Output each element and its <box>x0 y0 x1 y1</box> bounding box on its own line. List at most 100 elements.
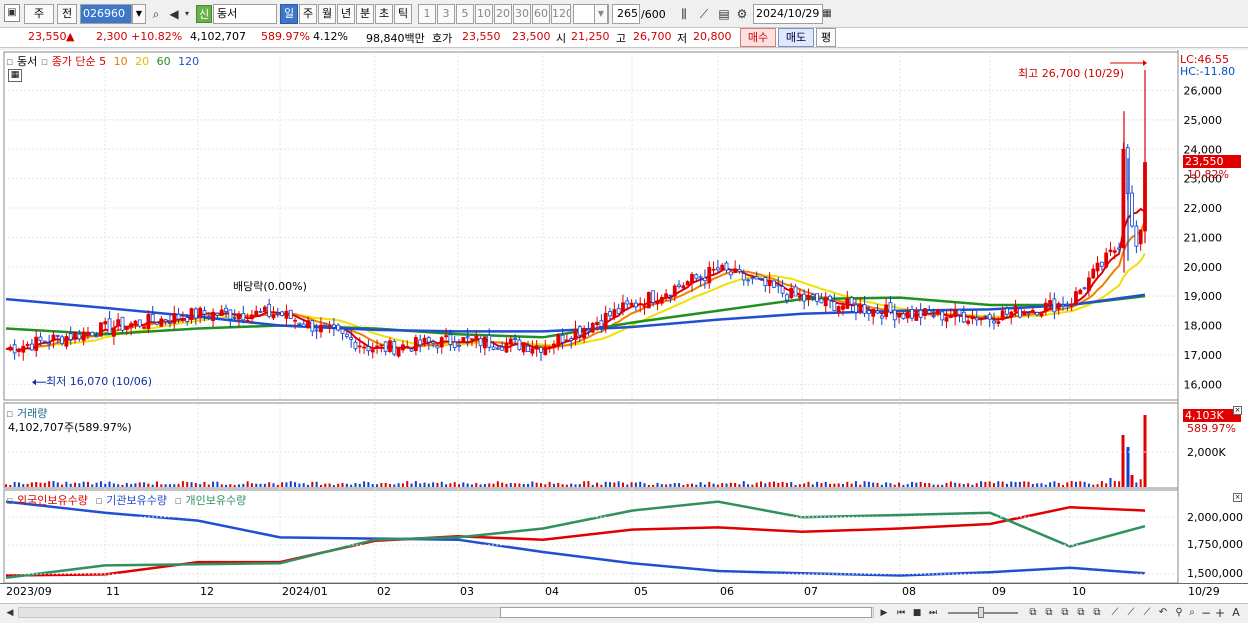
zoom-icon[interactable]: ⌕ <box>1186 603 1198 623</box>
legend-bullet-icon: ▫ <box>6 494 14 507</box>
candle-chart-icon[interactable]: ⫼ <box>676 4 692 24</box>
chevron-down-icon[interactable]: ▼ <box>132 4 146 24</box>
candle-body <box>232 316 237 319</box>
period-second[interactable]: 초 <box>375 4 393 24</box>
fast-forward-icon[interactable]: ⏭ <box>926 603 940 623</box>
scrollbar-thumb[interactable] <box>500 607 872 618</box>
chevron-down-icon[interactable]: ▼ <box>594 4 608 24</box>
save-icon[interactable]: ▤ <box>716 4 732 24</box>
volume-bar <box>432 482 435 487</box>
interval-10[interactable]: 10 <box>475 4 493 24</box>
price-chart-svg[interactable]: 26,00025,00024,00023,00022,00021,00020,0… <box>0 50 1248 603</box>
search-icon[interactable]: ⌕ <box>148 4 164 24</box>
table-toggle-icon[interactable]: ▦ <box>8 69 22 82</box>
volume-bar <box>445 484 448 487</box>
volume-bar <box>225 484 228 487</box>
candle-body <box>659 296 664 304</box>
legend-ma10[interactable]: 10 <box>114 55 128 68</box>
volume-bar <box>104 483 107 487</box>
candle-body <box>763 277 768 286</box>
interval-120[interactable]: 120 <box>551 4 571 24</box>
trend-line-icon[interactable]: ⟋ <box>696 4 712 24</box>
gear-icon[interactable]: ⚙ <box>734 4 750 24</box>
candle-body <box>1130 192 1134 227</box>
volume-bar <box>531 481 534 487</box>
period-day[interactable]: 일 <box>280 4 298 24</box>
count-input[interactable]: 265 <box>612 4 640 24</box>
interval-3[interactable]: 3 <box>437 4 455 24</box>
candle-body <box>625 300 630 305</box>
speaker-icon[interactable]: ◀ <box>166 4 182 24</box>
interval-20[interactable]: 20 <box>494 4 512 24</box>
legend-individual[interactable]: 개인보유수량 <box>185 494 246 507</box>
holding-y-tick: 1,750,000 <box>1187 538 1243 551</box>
candle-body <box>780 286 785 294</box>
zoom-slider-handle[interactable] <box>978 607 984 618</box>
date-input[interactable]: 2024/10/29 <box>753 4 823 24</box>
type-select[interactable]: 주 <box>24 4 54 24</box>
close-icon[interactable]: × <box>1233 406 1242 415</box>
legend-ma-type[interactable]: 종가 단순 <box>52 55 96 68</box>
interval-30[interactable]: 30 <box>513 4 531 24</box>
interval-1[interactable]: 1 <box>418 4 436 24</box>
candle-body <box>47 342 52 345</box>
legend-ma5[interactable]: 5 <box>99 55 106 68</box>
period-month[interactable]: 월 <box>318 4 336 24</box>
link-icon[interactable]: ⚲ <box>1172 603 1186 623</box>
candle-body <box>944 317 949 322</box>
volume-bar <box>514 483 517 487</box>
stock-code-input[interactable]: 026960 <box>80 4 132 24</box>
sell-button[interactable]: 매도 <box>778 28 814 47</box>
zoom-in-icon[interactable]: + <box>1214 603 1226 623</box>
volume-bar <box>376 484 379 487</box>
period-week[interactable]: 주 <box>299 4 317 24</box>
draw-line-icon[interactable]: ⟋ <box>1140 603 1154 623</box>
legend-ma20[interactable]: 20 <box>135 55 149 68</box>
undo-icon[interactable]: ↶ <box>1156 603 1170 623</box>
legend-ma60[interactable]: 60 <box>157 55 171 68</box>
window-icon[interactable]: ▣ <box>4 4 20 22</box>
period-tick[interactable]: 틱 <box>394 4 412 24</box>
prev-button[interactable]: 전 <box>57 4 77 24</box>
draw-line-icon[interactable]: ⟋ <box>1108 603 1122 623</box>
toolbar-icon[interactable]: ⧉ <box>1058 603 1072 623</box>
eval-button[interactable]: 평 <box>816 28 836 47</box>
interval-60[interactable]: 60 <box>532 4 550 24</box>
draw-line-icon[interactable]: ⟋ <box>1124 603 1138 623</box>
candle-body <box>526 345 530 353</box>
candle-body <box>888 302 893 313</box>
volume-bar <box>772 481 775 487</box>
legend-institution[interactable]: 기관보유수량 <box>106 494 167 507</box>
rewind-icon[interactable]: ⏮ <box>894 603 908 623</box>
calendar-icon[interactable]: ▦ <box>820 4 834 24</box>
toolbar-icon[interactable]: ⧉ <box>1074 603 1088 623</box>
close-icon[interactable]: × <box>1233 493 1242 502</box>
toolbar-icon[interactable]: ⧉ <box>1026 603 1040 623</box>
candle-body <box>698 276 703 279</box>
zoom-out-icon[interactable]: − <box>1200 603 1212 623</box>
period-year[interactable]: 년 <box>337 4 355 24</box>
buy-button[interactable]: 매수 <box>740 28 776 47</box>
volume-bar <box>246 481 249 487</box>
candle-body <box>150 313 155 323</box>
candle-body <box>487 334 492 348</box>
period-minute[interactable]: 분 <box>356 4 374 24</box>
toolbar-icon[interactable]: ⧉ <box>1042 603 1056 623</box>
candle-body <box>802 293 807 302</box>
legend-foreign[interactable]: 외국인보유수량 <box>17 494 88 507</box>
legend-ma120[interactable]: 120 <box>178 55 199 68</box>
font-size-icon[interactable]: A <box>1229 603 1243 623</box>
toolbar-icon[interactable]: ⧉ <box>1090 603 1104 623</box>
candle-body <box>715 267 720 271</box>
play-icon[interactable]: ▶ <box>878 603 890 623</box>
chart-area[interactable]: 26,000 25,000 24,000 23,000 22,000 21,000 20,0… <box>0 50 1248 603</box>
candle-body <box>245 320 250 322</box>
interval-5[interactable]: 5 <box>456 4 474 24</box>
dropdown-icon[interactable]: ▾ <box>182 4 192 24</box>
volume-bar <box>742 481 745 487</box>
stop-icon[interactable]: ■ <box>911 603 923 623</box>
legend-stock-name[interactable]: 동서 <box>17 55 37 68</box>
scroll-left-icon[interactable]: ◀ <box>4 603 16 623</box>
volume-bar <box>1139 479 1142 487</box>
stock-name-field[interactable]: 동서 <box>213 4 277 24</box>
